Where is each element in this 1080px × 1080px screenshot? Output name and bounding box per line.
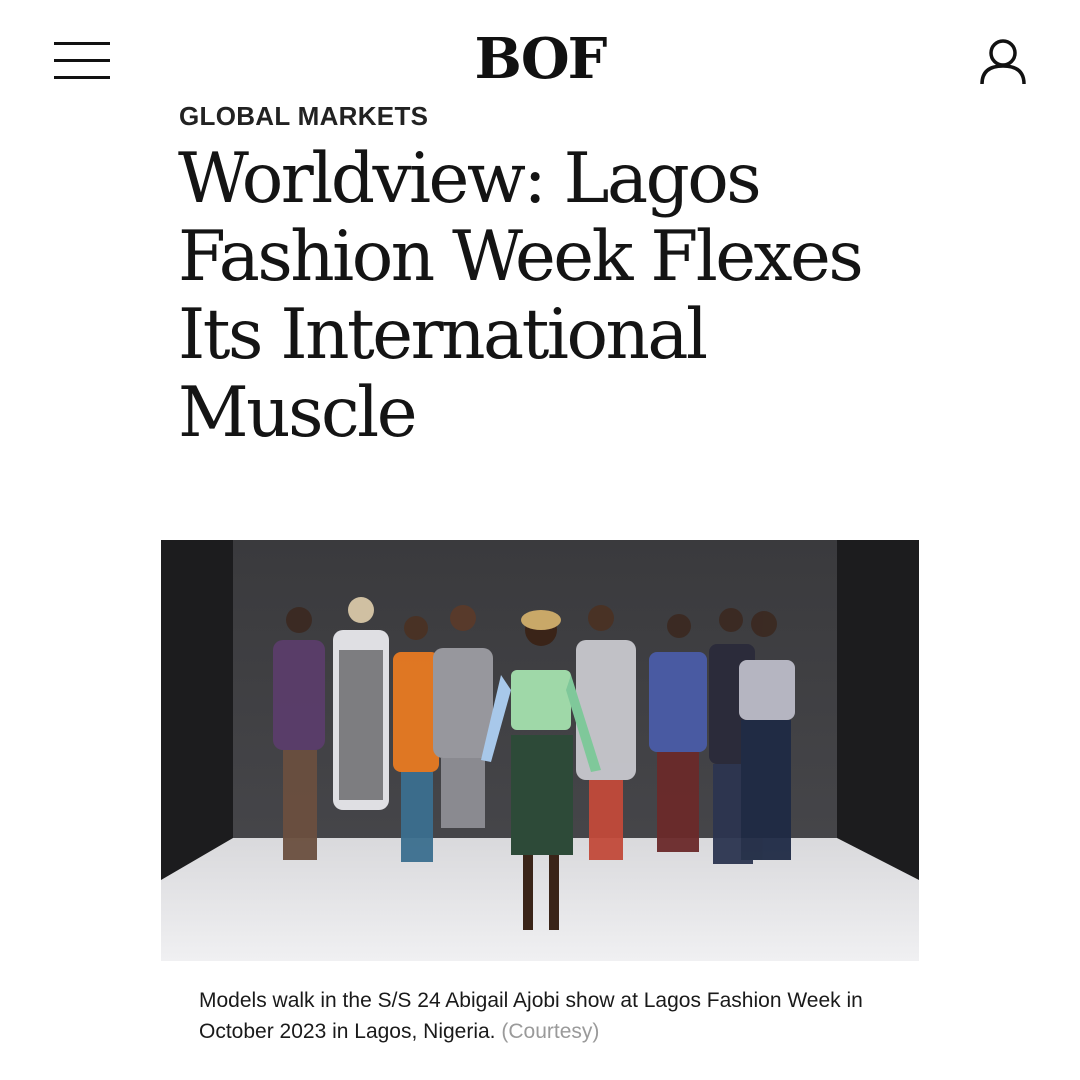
- top-header: BOF: [0, 0, 1080, 125]
- article-headline: Worldview: Lagos Fashion Week Flexes Its…: [178, 139, 864, 453]
- photo-credit: (Courtesy): [501, 1020, 600, 1043]
- runway-photo: [161, 540, 919, 961]
- section-kicker-link[interactable]: GLOBAL MARKETS: [179, 100, 428, 132]
- article-hero-image: [161, 540, 919, 961]
- image-caption: Models walk in the S/S 24 Abigail Ajobi …: [199, 985, 899, 1047]
- bof-logo[interactable]: BOF: [0, 24, 1080, 94]
- user-account-icon[interactable]: [978, 36, 1028, 86]
